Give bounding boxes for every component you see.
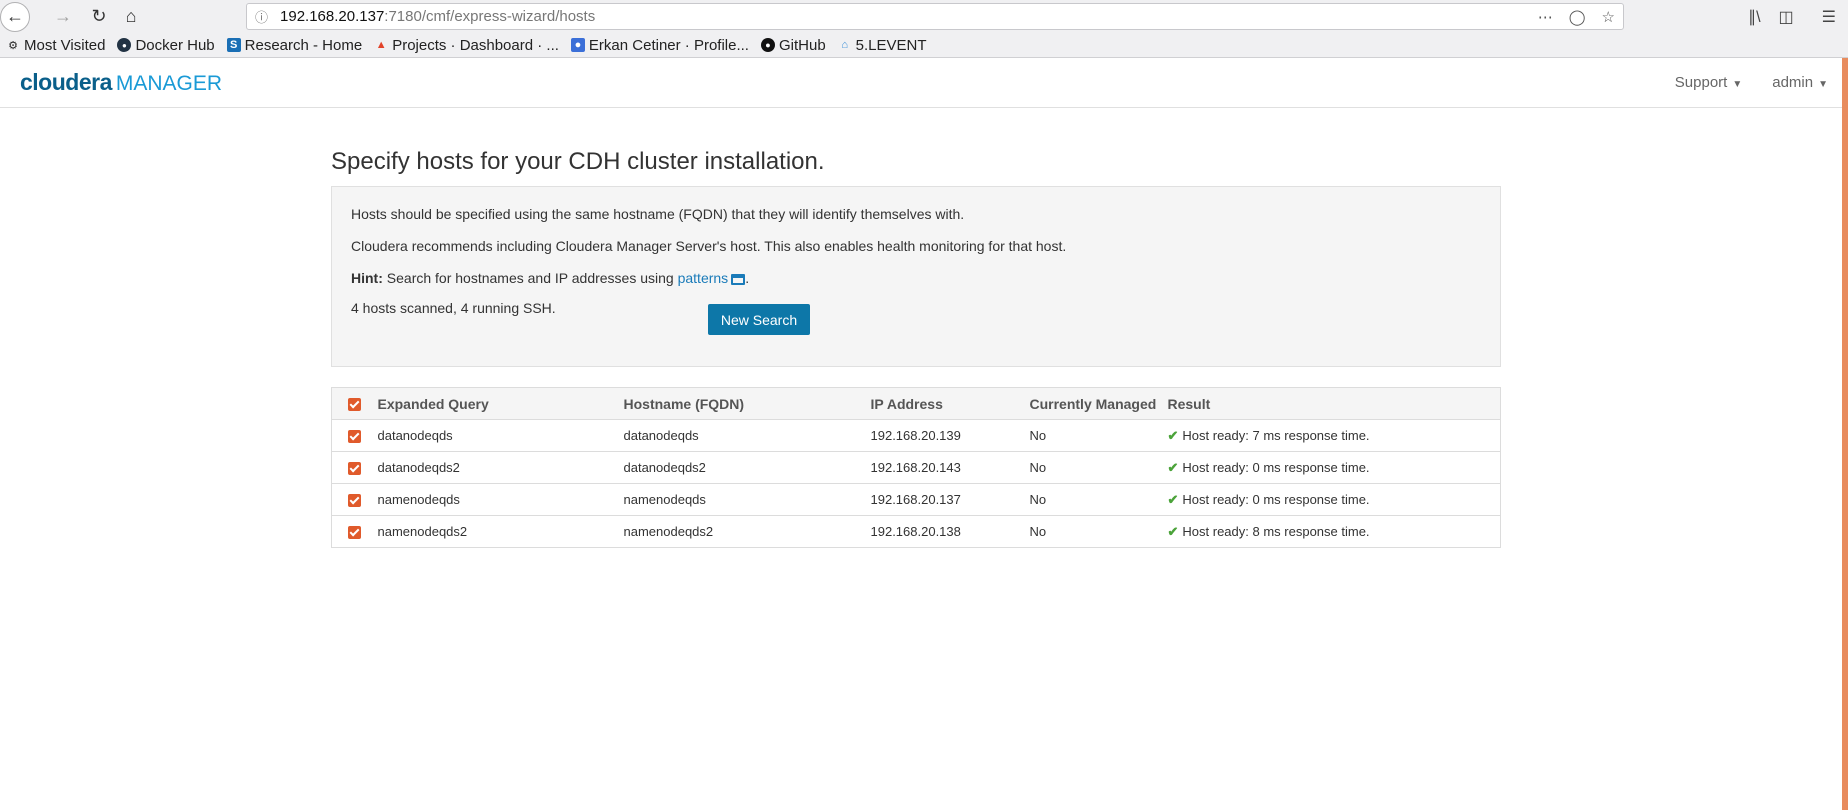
table-header-row: Expanded Query Hostname (FQDN) IP Addres… <box>331 387 1501 420</box>
profile-icon: ● <box>570 38 585 52</box>
scan-status: 4 hosts scanned, 4 running SSH. <box>351 300 556 316</box>
info-text: Hosts should be specified using the same… <box>351 206 965 222</box>
hint-text: Hint: Search for hostnames and IP addres… <box>351 270 750 286</box>
cell-ip: 192.168.20.139 <box>870 419 1030 452</box>
cell-hostname: datanodeqds <box>623 419 871 452</box>
row-checkbox[interactable] <box>348 462 361 476</box>
gear-icon: ⚙ <box>8 39 18 52</box>
col-header-result[interactable]: Result <box>1168 388 1501 420</box>
cell-query: datanodeqds <box>377 419 624 452</box>
cell-result: ✔ Host ready: 0 ms response time. <box>1167 483 1501 516</box>
cell-query: namenodeqds <box>377 483 624 516</box>
bookmark-item[interactable]: ⚙ Most Visited <box>6 37 105 54</box>
table-row: datanodeqds datanodeqds 192.168.20.139 N… <box>331 419 1501 452</box>
caret-down-icon: ▼ <box>1818 79 1828 90</box>
caret-down-icon: ▼ <box>1732 79 1743 90</box>
bookmarks-bar: ⚙ Most Visited ● Docker Hub S Research - Ho… <box>0 33 1848 58</box>
table-row: datanodeqds2 datanodeqds2 192.168.20.143… <box>331 451 1501 484</box>
cell-hostname: namenodeqds <box>623 483 871 516</box>
checkmark-icon: ✔ <box>1167 523 1179 539</box>
browser-toolbar: ← → ↻ ⌂ ⓘ 192.168.20.137:7180/cmf/expres… <box>0 0 1848 33</box>
docker-icon: ● <box>117 38 132 52</box>
info-panel: Hosts should be specified using the same… <box>331 186 1501 367</box>
back-button[interactable]: ← <box>0 1 30 32</box>
row-checkbox[interactable] <box>348 430 361 444</box>
app-header: cloudera MANAGER Support ▼ admin ▼ <box>0 58 1848 108</box>
pocket-icon[interactable]: ◯ <box>1569 8 1586 26</box>
cell-managed: No <box>1029 451 1168 484</box>
forward-button[interactable]: → <box>48 2 78 32</box>
hosts-table: Expanded Query Hostname (FQDN) IP Addres… <box>331 387 1501 548</box>
cell-managed: No <box>1029 419 1168 452</box>
patterns-link[interactable]: patterns <box>678 270 729 286</box>
reload-button[interactable]: ↻ <box>84 2 114 32</box>
checkmark-icon: ✔ <box>1167 459 1179 475</box>
sidebar-icon[interactable]: ◫ <box>1779 7 1794 27</box>
scroll-accent-bar <box>1842 58 1848 810</box>
url-host: 192.168.20.137 <box>280 8 385 25</box>
support-menu[interactable]: Support ▼ <box>1675 74 1742 91</box>
checkmark-icon: ✔ <box>1167 491 1179 507</box>
popup-window-icon[interactable] <box>731 273 746 285</box>
bookmark-item[interactable]: ● Erkan Cetiner · Profile... <box>570 37 749 54</box>
cell-ip: 192.168.20.137 <box>870 483 1030 516</box>
col-header-hostname[interactable]: Hostname (FQDN) <box>624 388 871 420</box>
bookmark-star-icon[interactable]: ☆ <box>1602 8 1615 26</box>
library-icon[interactable]: ∥\ <box>1748 7 1760 27</box>
cell-hostname: namenodeqds2 <box>623 515 871 548</box>
bookmark-item[interactable]: S Research - Home <box>226 37 362 54</box>
row-checkbox[interactable] <box>348 526 361 540</box>
more-icon[interactable]: ⋯ <box>1538 8 1553 26</box>
cell-ip: 192.168.20.143 <box>870 451 1030 484</box>
new-search-button[interactable]: New Search <box>708 304 810 335</box>
url-path: :7180/cmf/express-wizard/hosts <box>384 8 596 25</box>
bookmark-item[interactable]: ▲ Projects · Dashboard · ... <box>374 37 559 54</box>
info-icon[interactable]: ⓘ <box>255 7 268 26</box>
menu-icon[interactable]: ☰ <box>1822 7 1836 27</box>
sharepoint-icon: S <box>226 38 241 52</box>
select-all-checkbox[interactable] <box>348 398 361 412</box>
col-header-managed[interactable]: Currently Managed <box>1030 388 1168 420</box>
cell-result: ✔ Host ready: 7 ms response time. <box>1167 419 1501 452</box>
cell-managed: No <box>1029 515 1168 548</box>
cell-hostname: datanodeqds2 <box>623 451 871 484</box>
cell-result: ✔ Host ready: 0 ms response time. <box>1167 451 1501 484</box>
cell-result: ✔ Host ready: 8 ms response time. <box>1167 515 1501 548</box>
home-icon: ⌂ <box>841 39 848 51</box>
cell-query: datanodeqds2 <box>377 451 624 484</box>
admin-menu[interactable]: admin ▼ <box>1772 74 1828 91</box>
cell-managed: No <box>1029 483 1168 516</box>
row-checkbox[interactable] <box>348 494 361 508</box>
table-row: namenodeqds2 namenodeqds2 192.168.20.138… <box>331 515 1501 548</box>
github-icon: ● <box>760 38 775 52</box>
cell-query: namenodeqds2 <box>377 515 624 548</box>
page-title: Specify hosts for your CDH cluster insta… <box>331 148 825 175</box>
gitlab-icon: ▲ <box>375 39 387 51</box>
bookmark-item[interactable]: ● GitHub <box>760 37 826 54</box>
cloudera-logo[interactable]: cloudera MANAGER <box>20 69 222 96</box>
bookmark-item[interactable]: ⌂ 5.LEVENT <box>838 37 926 54</box>
info-text: Cloudera recommends including Cloudera M… <box>351 238 1067 254</box>
main-content: Specify hosts for your CDH cluster insta… <box>331 148 1501 548</box>
cell-ip: 192.168.20.138 <box>870 515 1030 548</box>
table-row: namenodeqds namenodeqds 192.168.20.137 N… <box>331 483 1501 516</box>
col-header-ip[interactable]: IP Address <box>871 388 1030 420</box>
home-button[interactable]: ⌂ <box>116 2 146 32</box>
col-header-expanded-query[interactable]: Expanded Query <box>378 388 624 420</box>
bookmark-item[interactable]: ● Docker Hub <box>117 37 215 54</box>
checkmark-icon: ✔ <box>1167 427 1179 443</box>
url-bar[interactable]: ⓘ 192.168.20.137:7180/cmf/express-wizard… <box>246 3 1624 30</box>
